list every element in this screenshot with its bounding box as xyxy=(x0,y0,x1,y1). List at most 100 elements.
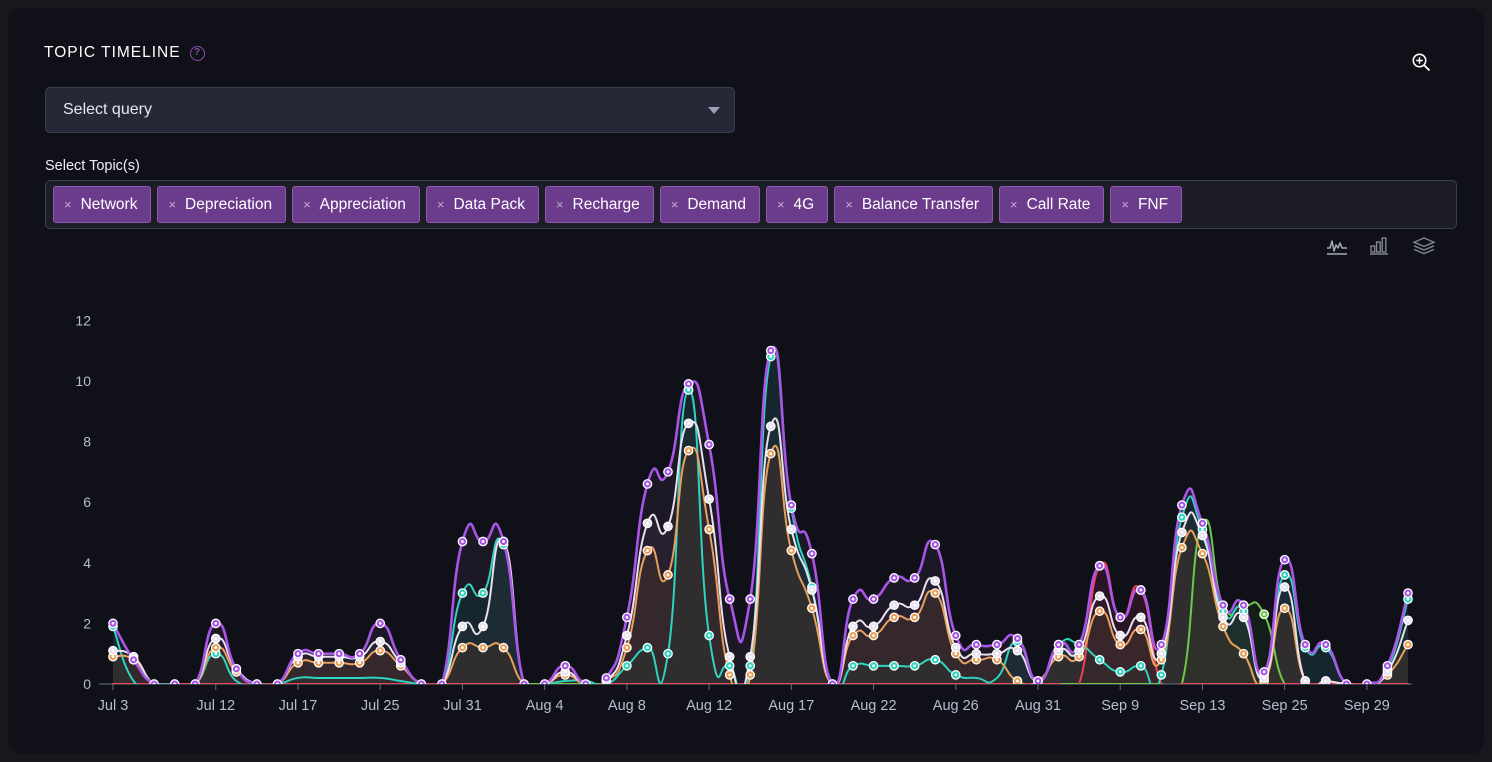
data-point-center xyxy=(1406,618,1410,622)
data-point-center xyxy=(1283,573,1287,577)
data-point-center xyxy=(687,449,690,452)
remove-tag-icon[interactable]: × xyxy=(556,198,564,211)
data-point-center xyxy=(974,658,978,662)
data-point-center xyxy=(214,621,218,625)
topic-tag-label: 4G xyxy=(793,195,815,213)
data-point-center xyxy=(1242,609,1245,613)
stacked-layers-icon[interactable] xyxy=(1412,236,1436,261)
topic-tag-label: Network xyxy=(80,195,138,213)
data-point-center xyxy=(707,497,711,501)
data-point-center xyxy=(1098,609,1102,613)
data-point-center xyxy=(831,682,834,684)
topic-tag[interactable]: × Network xyxy=(53,186,152,223)
data-point-center xyxy=(1201,528,1204,531)
x-axis-tick-label: Jul 12 xyxy=(196,698,235,714)
data-point-center xyxy=(728,664,732,668)
topic-tag[interactable]: × Data Pack xyxy=(425,186,539,223)
data-point-center xyxy=(625,634,629,637)
data-point-center xyxy=(666,652,670,656)
data-point-center xyxy=(1180,546,1184,549)
data-point-center xyxy=(748,597,752,601)
line-chart-icon[interactable] xyxy=(1326,236,1348,261)
question-circle-icon[interactable]: ? xyxy=(189,45,205,61)
data-point-center xyxy=(1118,643,1122,646)
data-point-center xyxy=(214,646,218,650)
remove-tag-icon[interactable]: × xyxy=(777,198,785,211)
data-point-center xyxy=(1221,603,1225,607)
data-point-center xyxy=(769,355,773,359)
topic-timeline-chart[interactable]: 0 2 4 6 8 10 12 Jul 3 Jul 12 Jul 17 Jul 25 Jul 31 Au… xyxy=(8,266,1484,736)
data-point-center xyxy=(646,646,649,650)
panel-header: TOPIC TIMELINE ? xyxy=(44,44,205,62)
data-point-center xyxy=(892,664,896,668)
data-point-center xyxy=(563,664,567,668)
data-point-center xyxy=(1242,652,1245,656)
data-point-center xyxy=(1118,634,1122,637)
data-point-center xyxy=(933,591,937,595)
x-axis-tick-label: Aug 22 xyxy=(851,698,897,714)
bar-chart-icon[interactable] xyxy=(1369,236,1391,261)
x-axis-tick-label: Aug 8 xyxy=(608,698,646,714)
data-point-center xyxy=(1098,658,1102,662)
data-point-center xyxy=(789,528,793,531)
data-point-center xyxy=(707,443,711,446)
data-point-center xyxy=(872,597,875,601)
data-point-center xyxy=(872,664,875,668)
data-point-center xyxy=(358,661,362,665)
data-point-center xyxy=(481,625,485,628)
topic-tag-label: Call Rate xyxy=(1026,195,1091,213)
data-point-center xyxy=(317,661,320,665)
data-point-center xyxy=(1303,679,1307,683)
remove-tag-icon[interactable]: × xyxy=(1010,198,1018,211)
data-point-center xyxy=(872,634,875,637)
topic-tag[interactable]: × Call Rate xyxy=(999,186,1105,223)
data-point-center xyxy=(461,646,464,650)
data-point-center xyxy=(1221,609,1225,613)
topic-tag[interactable]: × Depreciation xyxy=(157,186,287,223)
y-axis-tick-label: 12 xyxy=(75,312,91,328)
topic-tag-label: FNF xyxy=(1137,195,1169,213)
data-point-center xyxy=(913,603,917,607)
zoom-in-icon[interactable] xyxy=(1410,51,1432,73)
topic-tag[interactable]: × Demand xyxy=(659,186,760,223)
data-point-center xyxy=(502,540,505,543)
remove-tag-icon[interactable]: × xyxy=(303,198,311,211)
data-point-center xyxy=(954,634,958,637)
data-point-center xyxy=(1242,615,1245,619)
data-point-center xyxy=(1077,655,1081,659)
topic-tag[interactable]: × Recharge xyxy=(544,186,654,223)
data-point-center xyxy=(1098,594,1102,598)
data-point-center xyxy=(461,625,464,628)
remove-tag-icon[interactable]: × xyxy=(671,198,679,211)
data-point-center xyxy=(810,588,814,592)
topic-tag[interactable]: × FNF xyxy=(1110,186,1183,223)
data-point-center xyxy=(748,673,752,677)
topics-multiselect[interactable]: × Network × Depreciation × Appreciation × Data … xyxy=(45,180,1457,229)
data-point-center xyxy=(1139,588,1143,592)
topic-tag-label: Data Pack xyxy=(453,195,525,213)
data-point-center xyxy=(234,667,238,671)
topic-tag-label: Appreciation xyxy=(319,195,406,213)
remove-tag-icon[interactable]: × xyxy=(168,198,176,211)
remove-tag-icon[interactable]: × xyxy=(1121,198,1129,211)
x-axis-tick-label: Aug 4 xyxy=(526,698,564,714)
data-point-center xyxy=(954,652,958,656)
data-point-center xyxy=(193,682,197,684)
data-point-center xyxy=(337,661,341,665)
data-point-center xyxy=(1118,615,1122,619)
remove-tag-icon[interactable]: × xyxy=(845,198,853,211)
data-point-center xyxy=(1201,552,1204,556)
topic-tag[interactable]: × Balance Transfer xyxy=(834,186,994,223)
topic-tag[interactable]: × 4G xyxy=(765,186,829,223)
topics-label: Select Topic(s) xyxy=(45,158,140,174)
remove-tag-icon[interactable]: × xyxy=(64,198,72,211)
y-axis-tick-label: 0 xyxy=(83,676,91,692)
data-point-center xyxy=(522,682,526,684)
query-select[interactable]: Select query xyxy=(45,87,735,133)
topic-tag[interactable]: × Appreciation xyxy=(292,186,420,223)
data-point-center xyxy=(933,543,937,546)
data-point-center xyxy=(851,597,855,601)
data-point-center xyxy=(481,540,485,543)
remove-tag-icon[interactable]: × xyxy=(437,198,445,211)
data-point-center xyxy=(378,649,382,653)
